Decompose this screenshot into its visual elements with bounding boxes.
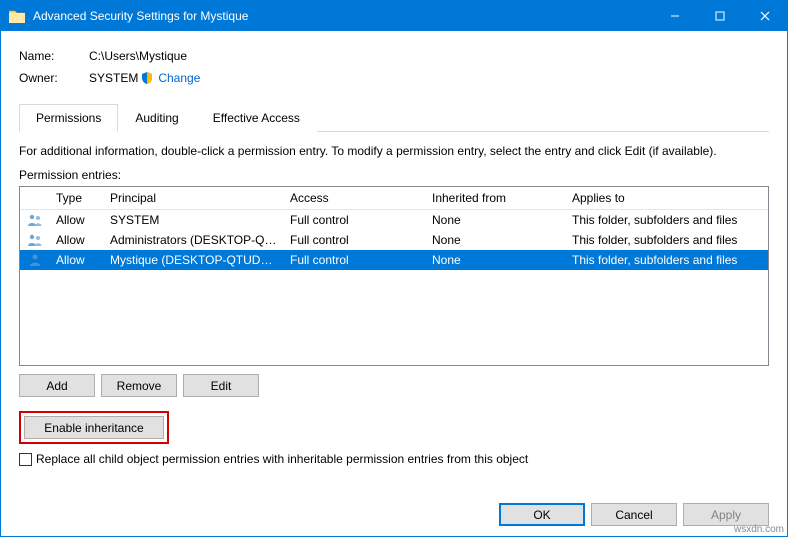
replace-checkbox-label: Replace all child object permission entr… <box>36 452 528 466</box>
people-icon <box>20 233 50 247</box>
person-icon <box>20 253 50 267</box>
meta-section: Name: C:\Users\Mystique Owner: SYSTEM Ch… <box>19 45 769 89</box>
cell-access: Full control <box>284 253 426 267</box>
name-label: Name: <box>19 49 89 63</box>
cell-access: Full control <box>284 233 426 247</box>
watermark: wsxdn.com <box>734 524 784 535</box>
change-owner-link[interactable]: Change <box>158 71 200 85</box>
ok-button[interactable]: OK <box>499 503 585 526</box>
add-button-label: Add <box>46 379 67 393</box>
dialog-footer: OK Cancel Apply <box>19 491 769 526</box>
replace-checkbox-row: Replace all child object permission entr… <box>19 452 769 466</box>
grid-header: Type Principal Access Inherited from App… <box>20 187 768 210</box>
window-title: Advanced Security Settings for Mystique <box>33 9 652 23</box>
cell-inherited: None <box>426 213 566 227</box>
folder-icon <box>9 9 25 23</box>
cell-principal: SYSTEM <box>104 213 284 227</box>
entries-label: Permission entries: <box>19 168 769 182</box>
entry-buttons: Add Remove Edit <box>19 374 769 397</box>
header-icon[interactable] <box>20 187 50 209</box>
header-principal[interactable]: Principal <box>104 187 284 209</box>
replace-checkbox[interactable] <box>19 453 32 466</box>
apply-button[interactable]: Apply <box>683 503 769 526</box>
ok-button-label: OK <box>533 508 550 522</box>
add-button[interactable]: Add <box>19 374 95 397</box>
header-type[interactable]: Type <box>50 187 104 209</box>
owner-label: Owner: <box>19 71 89 85</box>
cell-principal: Administrators (DESKTOP-QT... <box>104 233 284 247</box>
enable-inheritance-highlight: Enable inheritance <box>19 411 169 444</box>
table-row[interactable]: AllowAdministrators (DESKTOP-QT...Full c… <box>20 230 768 250</box>
cell-type: Allow <box>50 253 104 267</box>
minimize-button[interactable] <box>652 1 697 31</box>
cell-inherited: None <box>426 233 566 247</box>
cell-type: Allow <box>50 213 104 227</box>
cell-principal: Mystique (DESKTOP-QTUD8T... <box>104 253 284 267</box>
edit-button-label: Edit <box>211 379 232 393</box>
close-button[interactable] <box>742 1 787 31</box>
grid-body: AllowSYSTEMFull controlNoneThis folder, … <box>20 210 768 270</box>
tab-strip: Permissions Auditing Effective Access <box>19 103 769 132</box>
info-text: For additional information, double-click… <box>19 144 769 158</box>
tab-auditing-label: Auditing <box>135 111 178 125</box>
edit-button[interactable]: Edit <box>183 374 259 397</box>
tab-permissions-label: Permissions <box>36 111 101 125</box>
cell-access: Full control <box>284 213 426 227</box>
shield-icon <box>140 71 154 85</box>
tab-auditing[interactable]: Auditing <box>118 104 195 132</box>
tab-effective-access-label: Effective Access <box>213 111 300 125</box>
permission-grid: Type Principal Access Inherited from App… <box>19 186 769 366</box>
titlebar: Advanced Security Settings for Mystique <box>1 1 787 31</box>
header-access[interactable]: Access <box>284 187 426 209</box>
apply-button-label: Apply <box>711 508 741 522</box>
cell-inherited: None <box>426 253 566 267</box>
header-applies[interactable]: Applies to <box>566 187 768 209</box>
enable-inheritance-row: Enable inheritance <box>19 411 769 444</box>
cancel-button-label: Cancel <box>615 508 652 522</box>
cell-type: Allow <box>50 233 104 247</box>
people-icon <box>20 213 50 227</box>
enable-inheritance-label: Enable inheritance <box>44 421 143 435</box>
header-inherited[interactable]: Inherited from <box>426 187 566 209</box>
cell-applies: This folder, subfolders and files <box>566 233 768 247</box>
cancel-button[interactable]: Cancel <box>591 503 677 526</box>
table-row[interactable]: AllowSYSTEMFull controlNoneThis folder, … <box>20 210 768 230</box>
remove-button-label: Remove <box>117 379 162 393</box>
security-settings-window: Advanced Security Settings for Mystique … <box>0 0 788 537</box>
cell-applies: This folder, subfolders and files <box>566 253 768 267</box>
owner-value: SYSTEM <box>89 71 138 85</box>
cell-applies: This folder, subfolders and files <box>566 213 768 227</box>
tab-permissions[interactable]: Permissions <box>19 104 118 132</box>
enable-inheritance-button[interactable]: Enable inheritance <box>24 416 164 439</box>
remove-button[interactable]: Remove <box>101 374 177 397</box>
table-row[interactable]: AllowMystique (DESKTOP-QTUD8T...Full con… <box>20 250 768 270</box>
name-value: C:\Users\Mystique <box>89 49 187 63</box>
content-area: Name: C:\Users\Mystique Owner: SYSTEM Ch… <box>1 31 787 536</box>
maximize-button[interactable] <box>697 1 742 31</box>
tab-effective-access[interactable]: Effective Access <box>196 104 317 132</box>
